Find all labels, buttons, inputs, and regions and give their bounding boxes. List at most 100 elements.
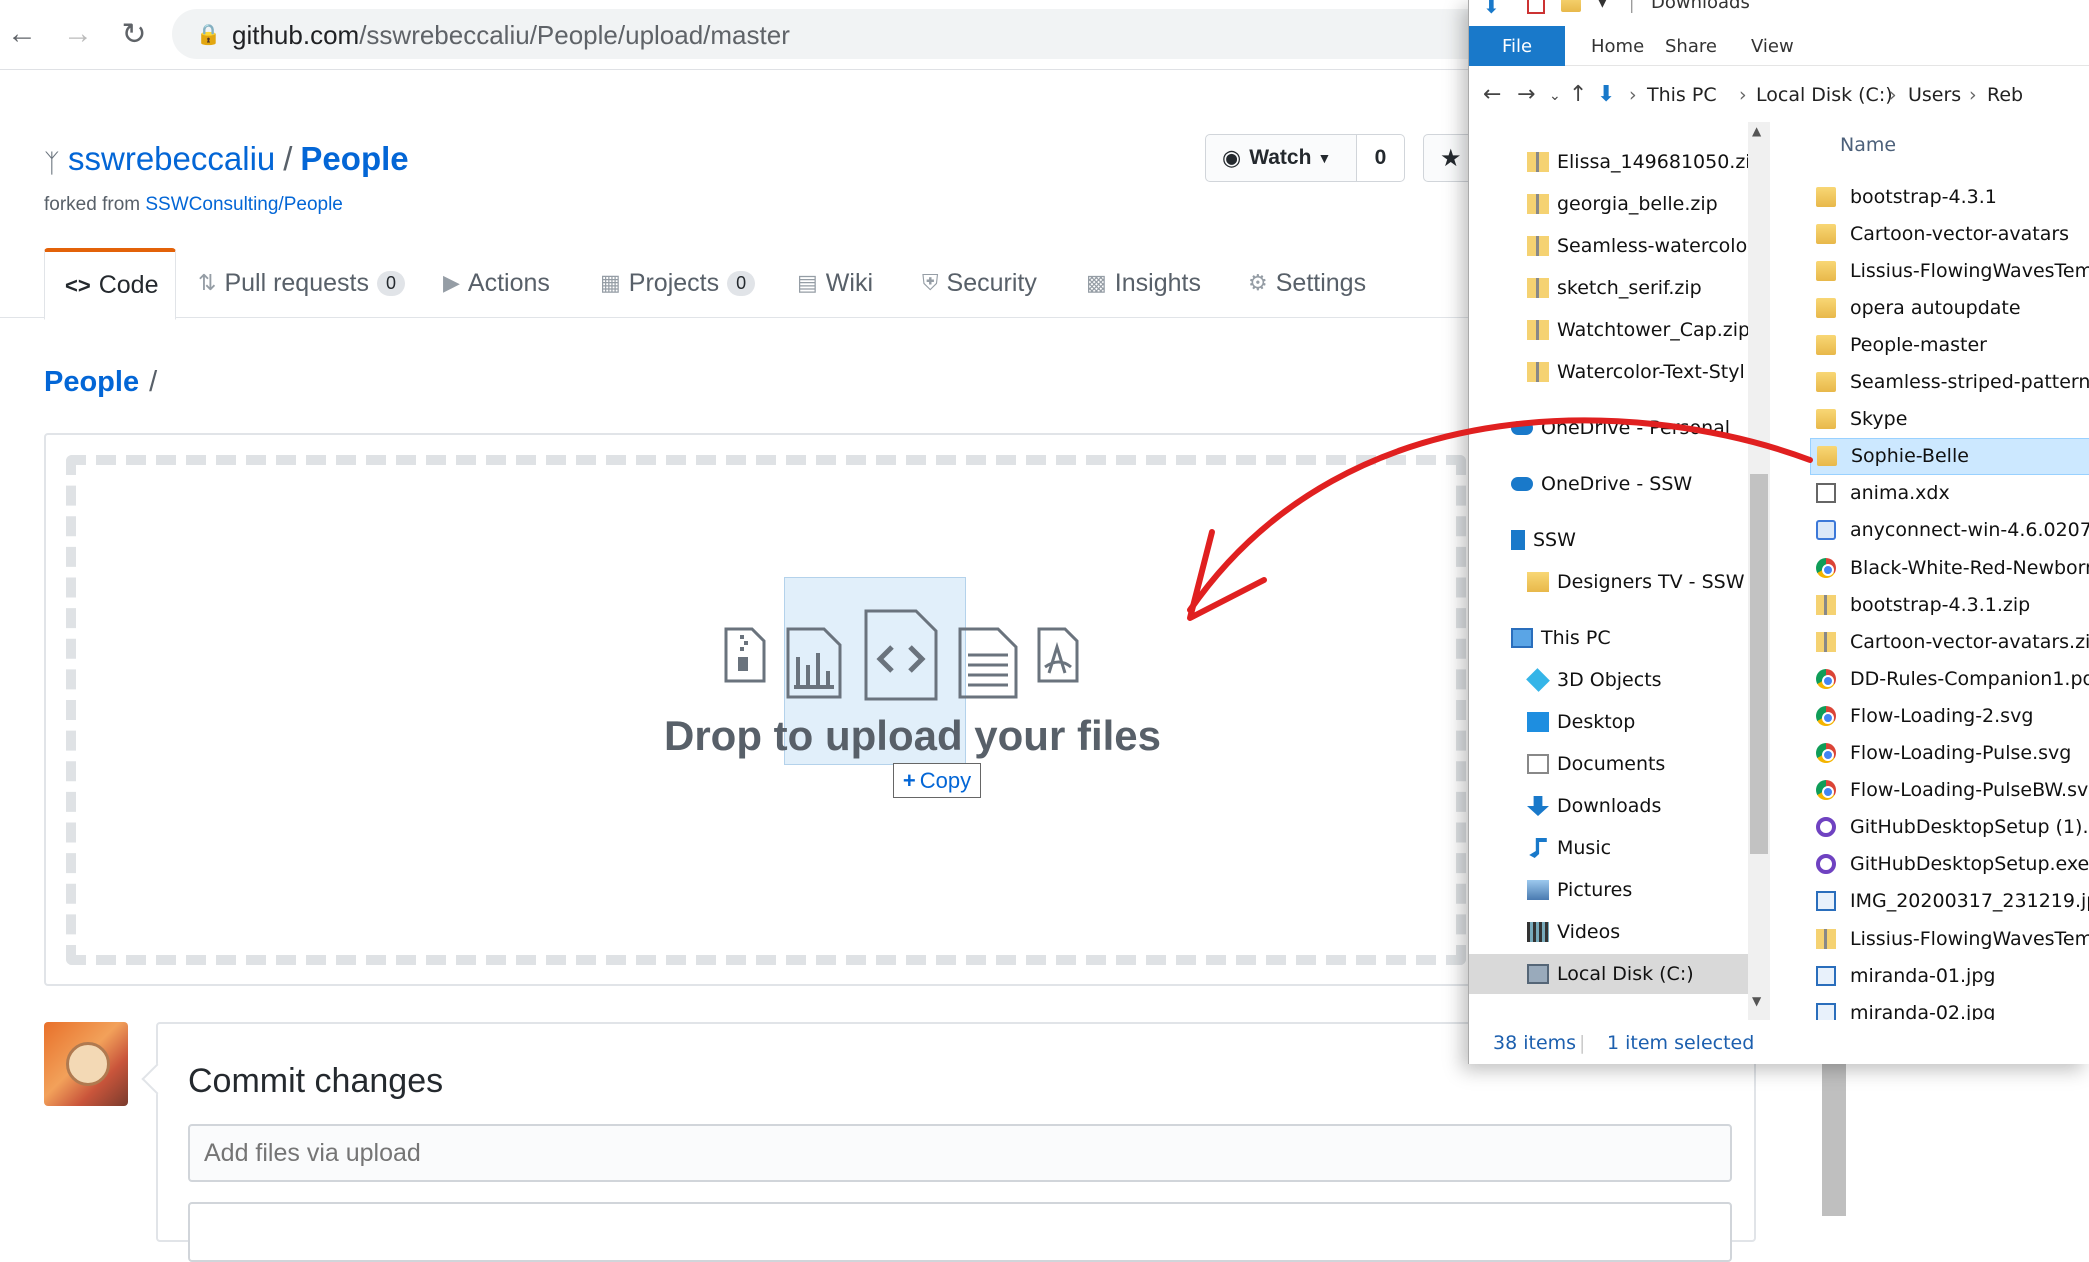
scroll-up-icon[interactable]: ▲ bbox=[1752, 124, 1761, 138]
file-list-item[interactable]: Black-White-Red-Newborn bbox=[1810, 549, 2089, 586]
github-desktop-icon bbox=[1816, 817, 1836, 838]
file-list-item[interactable]: Flow-Loading-PulseBW.svg bbox=[1810, 772, 2089, 809]
tab-security[interactable]: ⛨ Security bbox=[922, 248, 1037, 318]
nav-item[interactable]: SSW bbox=[1469, 520, 1769, 560]
path-this-pc[interactable]: This PC bbox=[1647, 84, 1717, 106]
watch-button[interactable]: ◉ Watch ▼ bbox=[1205, 134, 1357, 182]
back-icon[interactable]: ← bbox=[0, 12, 44, 56]
ribbon-file-tab[interactable]: File bbox=[1469, 26, 1565, 66]
reload-icon[interactable]: ↻ bbox=[112, 12, 156, 56]
scroll-down-icon[interactable]: ▼ bbox=[1752, 994, 1761, 1008]
nav-item[interactable]: Seamless-watercolor bbox=[1469, 226, 1769, 266]
tab-label: Settings bbox=[1275, 268, 1367, 297]
nav-item[interactable]: Elissa_149681050.zip bbox=[1469, 142, 1769, 182]
nav-scrollbar[interactable]: ▲ ▼ bbox=[1748, 122, 1770, 1020]
commit-description-input[interactable] bbox=[188, 1202, 1732, 1262]
file-list-item[interactable]: bootstrap-4.3.1.zip bbox=[1810, 586, 2089, 623]
file-list-item[interactable]: GitHubDesktopSetup (1).e bbox=[1810, 809, 2089, 846]
quick-access-icon[interactable]: ⬇ bbox=[1483, 0, 1500, 18]
zip-icon bbox=[1527, 278, 1549, 298]
watch-count[interactable]: 0 bbox=[1357, 134, 1405, 182]
file-name: DD-Rules-Companion1.pd bbox=[1850, 667, 2089, 690]
file-list-item[interactable]: miranda-02.jpg bbox=[1810, 994, 2089, 1020]
nav-item[interactable]: Desktop bbox=[1469, 702, 1769, 742]
file-name: Flow-Loading-Pulse.svg bbox=[1850, 742, 2072, 764]
file-list-item[interactable]: Flow-Loading-Pulse.svg bbox=[1810, 735, 2089, 772]
file-name: anyconnect-win-4.6.02074 bbox=[1850, 519, 2089, 542]
file-list-item[interactable]: opera autoupdate bbox=[1810, 289, 2089, 326]
repo-name-link[interactable]: People bbox=[300, 140, 408, 177]
nav-item[interactable]: Network bbox=[1469, 1010, 1769, 1020]
nav-item[interactable]: Watercolor-Text-Styl bbox=[1469, 352, 1769, 392]
nav-item[interactable]: Pictures bbox=[1469, 870, 1769, 910]
recent-locations-icon[interactable]: ⌄ bbox=[1549, 88, 1561, 104]
forward-icon[interactable]: → bbox=[56, 12, 100, 56]
file-list-item[interactable]: Sophie-Belle bbox=[1810, 437, 2089, 475]
tab-insights[interactable]: ▩ Insights bbox=[1086, 248, 1201, 318]
nav-item[interactable]: OneDrive - SSW bbox=[1469, 464, 1769, 504]
file-chart-icon bbox=[786, 627, 842, 699]
nav-item[interactable]: Music bbox=[1469, 828, 1769, 868]
nav-item[interactable]: Designers TV - SSW bbox=[1469, 562, 1769, 602]
file-list-item[interactable]: DD-Rules-Companion1.pd bbox=[1810, 660, 2089, 697]
file-list-item[interactable]: Lissius-FlowingWavesTemp bbox=[1810, 920, 2089, 957]
path-local-disk[interactable]: Local Disk (C:) bbox=[1756, 84, 1893, 106]
tab-code[interactable]: <> Code bbox=[44, 248, 176, 320]
repo-owner-link[interactable]: sswrebeccaliu bbox=[68, 140, 275, 177]
tab-actions[interactable]: ▶ Actions bbox=[443, 248, 550, 318]
tab-settings[interactable]: ⚙ Settings bbox=[1248, 248, 1366, 318]
navigation-pane: Elissa_149681050.zip georgia_belle.zip Sea… bbox=[1469, 122, 1769, 1020]
file-list-item[interactable]: anyconnect-win-4.6.02074 bbox=[1810, 512, 2089, 549]
ribbon-home-tab[interactable]: Home bbox=[1591, 36, 1644, 57]
nav-item[interactable]: Downloads bbox=[1469, 786, 1769, 826]
tab-pull-requests[interactable]: ⇅ Pull requests 0 bbox=[198, 248, 405, 318]
file-list-item[interactable]: People-master bbox=[1810, 326, 2089, 363]
explorer-titlebar: ⬇ ▼ | Downloads bbox=[1469, 0, 2089, 26]
tab-projects[interactable]: ▦ Projects 0 bbox=[600, 248, 756, 318]
forked-source-link[interactable]: SSWConsulting/People bbox=[145, 194, 343, 215]
file-list-item[interactable]: Flow-Loading-2.svg bbox=[1810, 697, 2089, 734]
file-list-item[interactable]: IMG_20200317_231219.jpg bbox=[1810, 883, 2089, 920]
commit-title: Commit changes bbox=[188, 1062, 444, 1100]
repo-title: sswrebeccaliu / People bbox=[68, 140, 409, 178]
file-list-item[interactable]: Seamless-striped-patterns bbox=[1810, 364, 2089, 401]
ribbon-share-tab[interactable]: Share bbox=[1665, 36, 1717, 57]
file-list-item[interactable]: Lissius-FlowingWavesTemp bbox=[1810, 252, 2089, 289]
upload-dropzone[interactable] bbox=[44, 433, 1484, 986]
new-folder-icon[interactable] bbox=[1561, 0, 1581, 12]
file-list-item[interactable]: bootstrap-4.3.1 bbox=[1810, 178, 2089, 215]
path-user-folder[interactable]: Reb bbox=[1987, 84, 2023, 106]
forward-icon[interactable]: → bbox=[1517, 82, 1535, 107]
back-icon[interactable]: ← bbox=[1483, 82, 1501, 107]
nav-item[interactable]: sketch_serif.zip bbox=[1469, 268, 1769, 308]
properties-icon[interactable] bbox=[1527, 0, 1545, 14]
document-icon bbox=[1527, 754, 1549, 774]
customize-chevron-icon[interactable]: ▼ bbox=[1597, 0, 1608, 10]
nav-item[interactable]: Watchtower_Cap.zip bbox=[1469, 310, 1769, 350]
nav-item[interactable]: Videos bbox=[1469, 912, 1769, 952]
nav-item[interactable]: georgia_belle.zip bbox=[1469, 184, 1769, 224]
ribbon-view-tab[interactable]: View bbox=[1751, 36, 1794, 57]
tab-wiki[interactable]: ▤ Wiki bbox=[797, 248, 873, 318]
nav-scrollbar-thumb[interactable] bbox=[1750, 474, 1768, 854]
file-list-item[interactable]: anima.xdx bbox=[1810, 475, 2089, 512]
name-column-header[interactable]: Name bbox=[1840, 134, 1896, 156]
file-list-item[interactable]: GitHubDesktopSetup.exe bbox=[1810, 846, 2089, 883]
file-list-item[interactable]: Skype bbox=[1810, 401, 2089, 438]
path-users[interactable]: Users bbox=[1908, 84, 1961, 106]
gear-icon: ⚙ bbox=[1248, 270, 1268, 295]
nav-item[interactable]: This PC bbox=[1469, 618, 1769, 658]
copy-label: Copy bbox=[919, 767, 972, 793]
up-icon[interactable]: ↑ bbox=[1569, 82, 1587, 107]
nav-item[interactable]: Local Disk (C:) bbox=[1469, 954, 1769, 994]
nav-item[interactable]: 3D Objects bbox=[1469, 660, 1769, 700]
file-name: miranda-02.jpg bbox=[1850, 1001, 1996, 1020]
file-list-item[interactable]: Cartoon-vector-avatars bbox=[1810, 215, 2089, 252]
nav-item-label: Elissa_149681050.zip bbox=[1557, 151, 1763, 173]
file-list-item[interactable]: Cartoon-vector-avatars.zip bbox=[1810, 623, 2089, 660]
breadcrumb-root-link[interactable]: People bbox=[44, 366, 139, 398]
commit-summary-input[interactable] bbox=[188, 1124, 1732, 1182]
file-list-item[interactable]: miranda-01.jpg bbox=[1810, 957, 2089, 994]
nav-item[interactable]: OneDrive - Personal bbox=[1469, 408, 1769, 448]
nav-item[interactable]: Documents bbox=[1469, 744, 1769, 784]
